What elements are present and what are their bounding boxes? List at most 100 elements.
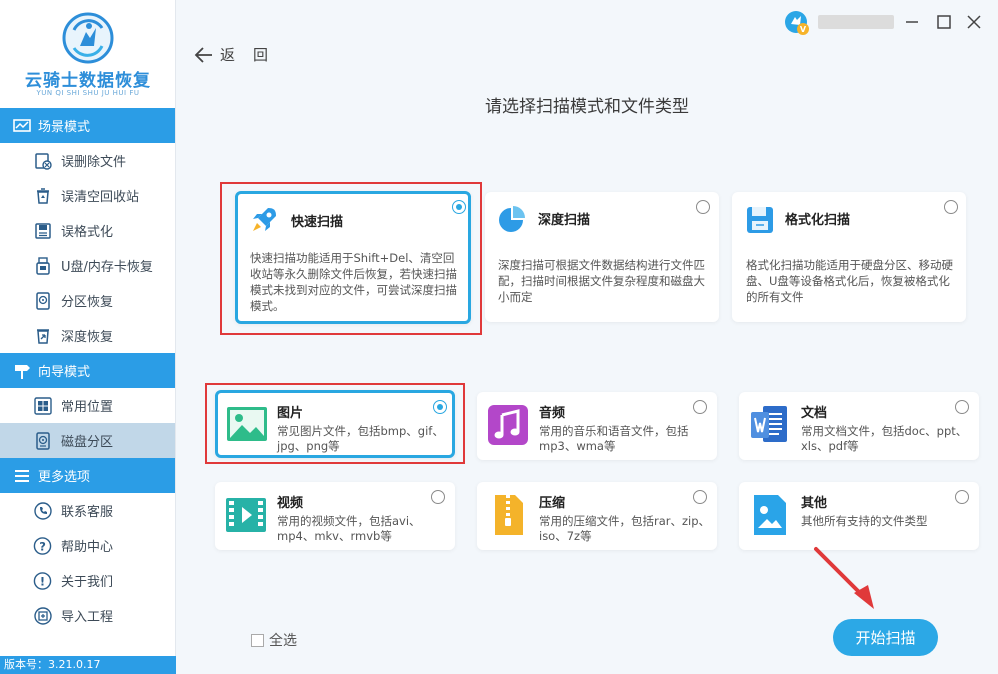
import-icon [33, 606, 52, 625]
sidebar-item-label: 误格式化 [61, 225, 114, 240]
start-scan-button[interactable]: 开始扫描 [833, 619, 938, 656]
username-placeholder [818, 15, 894, 29]
file-type-image[interactable]: 图片 常见图片文件，包括bmp、gif、jpg、png等 [215, 390, 455, 458]
image-icon [227, 407, 267, 441]
sidebar-item-usb-recovery[interactable]: U盘/内存卡恢复 [0, 248, 175, 283]
file-type-description: 常用的视频文件，包括avi、mp4、mkv、rmvb等 [277, 514, 421, 543]
file-type-radio[interactable] [955, 490, 969, 504]
file-type-description: 常见图片文件，包括bmp、gif、jpg、png等 [277, 424, 444, 453]
svg-text:V: V [800, 25, 807, 34]
sidebar-item-label: 帮助中心 [61, 540, 114, 555]
scan-mode-description: 格式化扫描功能适用于硬盘分区、移动硬盘、U盘等设备格式化后，恢复被格式化的所有文… [746, 258, 953, 304]
pointer-arrow-icon [814, 547, 874, 609]
title-bar: V [768, 0, 998, 44]
file-type-description: 常用的音乐和语音文件，包括mp3、wma等 [539, 424, 689, 453]
sidebar-item-label: 关于我们 [61, 575, 114, 590]
svg-text:!: ! [40, 574, 45, 588]
sidebar-item-about-us[interactable]: ! 关于我们 [0, 563, 175, 598]
file-type-description: 常用的压缩文件，包括rar、zip、iso、7z等 [539, 514, 711, 543]
sidebar-item-label: U盘/内存卡恢复 [61, 260, 153, 275]
file-delete-icon [33, 151, 52, 170]
usb-drive-icon [33, 256, 52, 275]
sidebar-item-disk-partition[interactable]: 磁盘分区 [0, 423, 175, 458]
scan-mode-quick[interactable]: 快速扫描 快速扫描功能适用于Shift+Del、清空回收站等永久删除文件后恢复，… [235, 191, 471, 324]
scan-mode-radio[interactable] [944, 200, 958, 214]
file-type-title: 其他 [801, 496, 828, 511]
phone-support-icon [33, 501, 52, 520]
scan-mode-title: 格式化扫描 [785, 213, 851, 228]
file-type-radio[interactable] [955, 400, 969, 414]
sidebar-item-common-locations[interactable]: 常用位置 [0, 388, 175, 423]
file-type-description: 其他所有支持的文件类型 [801, 514, 928, 528]
section-scene-mode: 场景模式 [0, 108, 175, 143]
file-type-title: 音频 [539, 406, 566, 421]
sidebar-item-partition-recovery[interactable]: 分区恢复 [0, 283, 175, 318]
video-icon [226, 498, 266, 532]
checkbox-box [251, 633, 264, 647]
other-file-icon [754, 495, 786, 535]
page-title: 请选择扫描模式和文件类型 [485, 97, 689, 117]
windows-icon [33, 396, 52, 415]
app-name-pinyin: YUN QI SHI SHU JU HUI FU [36, 89, 140, 97]
back-label: 返回 [220, 46, 287, 64]
back-button[interactable]: 返回 [194, 44, 286, 65]
sidebar-item-label: 误清空回收站 [61, 190, 140, 205]
file-type-video[interactable]: 视频 常用的视频文件，包括avi、mp4、mkv、rmvb等 [215, 482, 455, 550]
section-label: 更多选项 [38, 470, 91, 485]
sidebar-item-recycle-bin[interactable]: 误清空回收站 [0, 178, 175, 213]
scan-mode-format[interactable]: 格式化扫描 格式化扫描功能适用于硬盘分区、移动硬盘、U盘等设备格式化后，恢复被格… [732, 192, 966, 322]
format-disk-icon [33, 221, 52, 240]
scan-mode-title: 快速扫描 [291, 215, 344, 230]
file-type-document[interactable]: 文档 常用文档文件，包括doc、ppt、xls、pdf等 [739, 392, 979, 460]
sidebar-item-label: 常用位置 [61, 400, 114, 415]
sidebar-item-label: 分区恢复 [61, 295, 114, 310]
file-type-radio[interactable] [431, 490, 445, 504]
hard-disk-icon [33, 291, 52, 310]
app-name: 云骑士数据恢复 [25, 71, 151, 91]
section-wizard-mode: 向导模式 [0, 353, 175, 388]
deep-recovery-icon [33, 326, 52, 345]
sidebar-item-label: 误删除文件 [61, 155, 127, 170]
file-type-archive[interactable]: 压缩 常用的压缩文件，包括rar、zip、iso、7z等 [477, 482, 717, 550]
sidebar-item-label: 磁盘分区 [61, 435, 114, 450]
sidebar-item-label: 联系客服 [61, 505, 114, 520]
section-label: 场景模式 [38, 120, 91, 135]
version-label: 版本号：3.21.0.17 [0, 656, 176, 674]
info-icon: ! [33, 571, 52, 590]
file-type-radio[interactable] [433, 400, 447, 414]
scan-mode-radio[interactable] [696, 200, 710, 214]
sidebar-item-deep-recovery[interactable]: 深度恢复 [0, 318, 175, 353]
arrow-left-icon [194, 46, 212, 63]
scan-mode-deep[interactable]: 深度扫描 深度扫描可根据文件数据结构进行文件匹配，扫描时间根据文件复杂程度和磁盘… [485, 192, 719, 322]
close-icon [967, 15, 981, 29]
help-icon: ? [33, 536, 52, 555]
sidebar-item-import-project[interactable]: 导入工程 [0, 598, 175, 633]
archive-icon [495, 495, 523, 535]
scan-mode-description: 深度扫描可根据文件数据结构进行文件匹配，扫描时间根据文件复杂程度和磁盘大小而定 [498, 258, 705, 304]
sidebar-item-deleted-files[interactable]: 误删除文件 [0, 143, 175, 178]
section-more-options: 更多选项 [0, 458, 175, 493]
maximize-button[interactable] [934, 10, 954, 34]
rocket-icon [253, 208, 276, 231]
file-type-audio[interactable]: 音频 常用的音乐和语音文件，包括mp3、wma等 [477, 392, 717, 460]
close-button[interactable] [964, 10, 984, 34]
sidebar-item-contact-support[interactable]: 联系客服 [0, 493, 175, 528]
minimize-icon [906, 21, 918, 23]
scan-mode-title: 深度扫描 [538, 213, 591, 228]
menu-icon [12, 468, 32, 484]
scan-mode-description: 快速扫描功能适用于Shift+Del、清空回收站等永久删除文件后恢复，若快速扫描… [250, 251, 457, 313]
sidebar-item-format[interactable]: 误格式化 [0, 213, 175, 248]
document-icon [751, 406, 787, 442]
file-type-radio[interactable] [693, 400, 707, 414]
file-type-description: 常用文档文件，包括doc、ppt、xls、pdf等 [801, 424, 968, 453]
select-all-checkbox[interactable]: 全选 [251, 630, 297, 650]
minimize-button[interactable] [902, 10, 922, 34]
monitor-icon [12, 118, 32, 134]
file-type-other[interactable]: 其他 其他所有支持的文件类型 [739, 482, 979, 550]
section-label: 向导模式 [38, 365, 91, 380]
scan-mode-radio[interactable] [452, 200, 466, 214]
sidebar-item-help-center[interactable]: ? 帮助中心 [0, 528, 175, 563]
file-type-radio[interactable] [693, 490, 707, 504]
user-avatar-icon[interactable]: V [784, 10, 810, 36]
sidebar: 云骑士数据恢复 YUN QI SHI SHU JU HUI FU 场景模式 误删… [0, 0, 176, 674]
